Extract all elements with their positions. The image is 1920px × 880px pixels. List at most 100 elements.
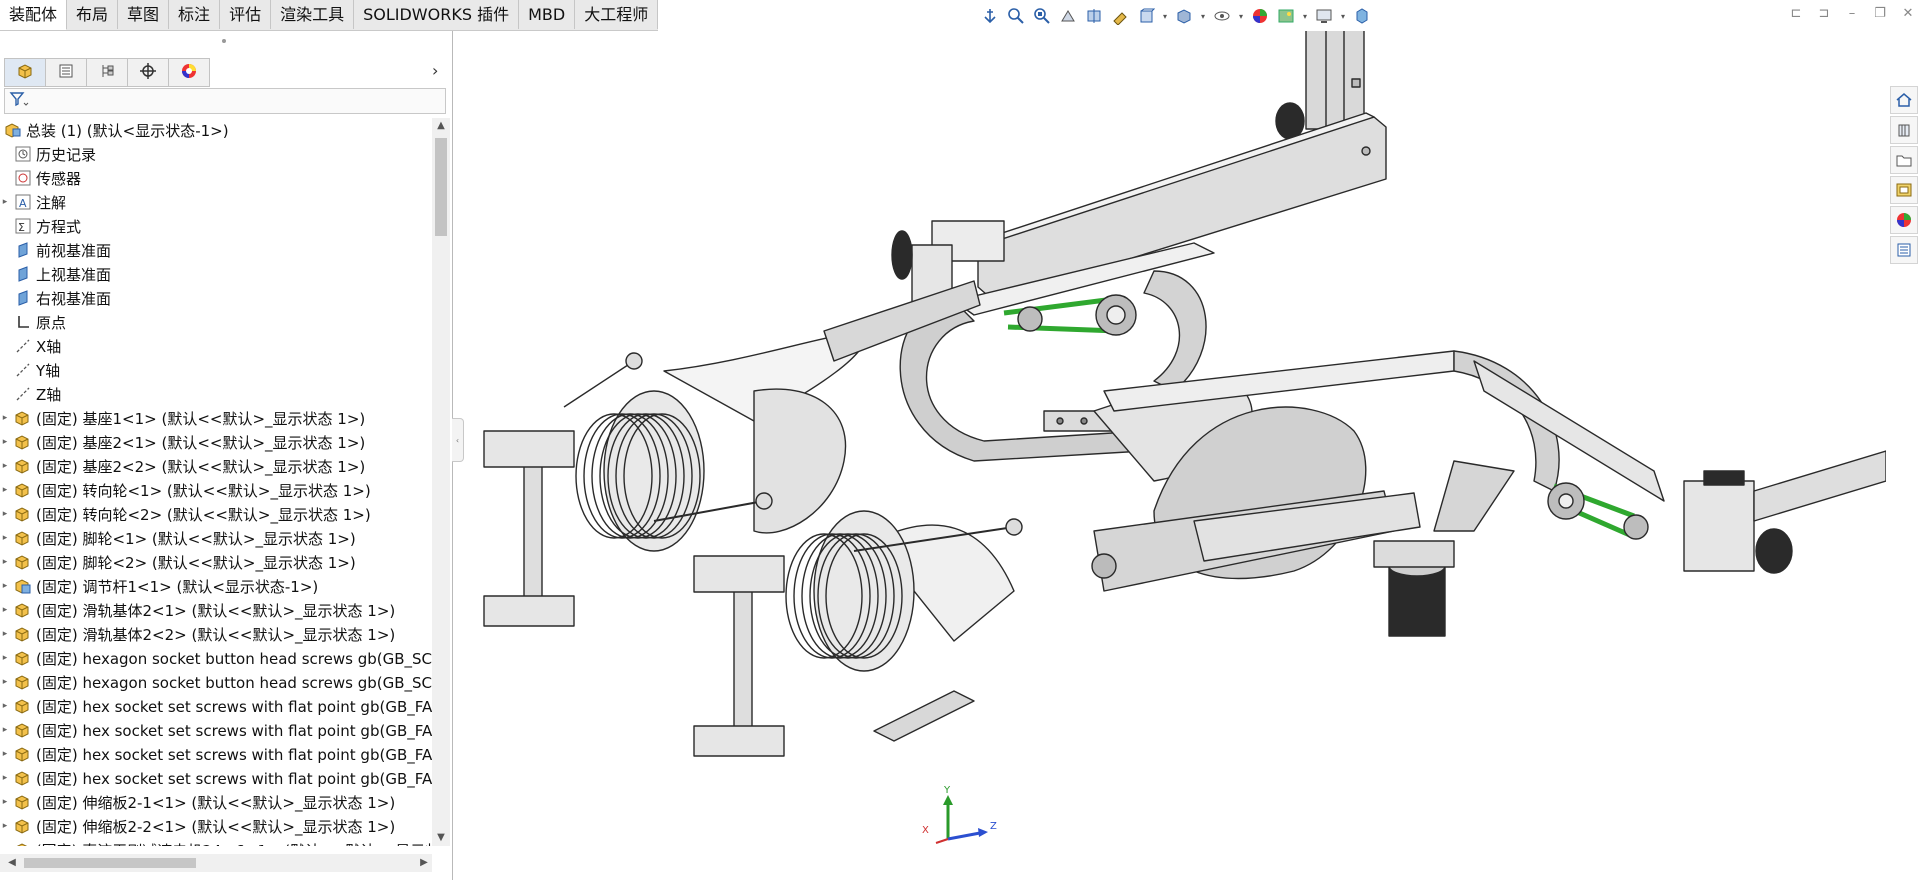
tree-item[interactable]: 历史记录 [0, 142, 432, 166]
zoom-area-icon[interactable] [1030, 4, 1054, 28]
tree-vertical-scrollbar[interactable]: ▲ ▼ [432, 118, 450, 846]
appearances-icon[interactable] [1890, 206, 1918, 234]
scroll-down-icon[interactable]: ▼ [432, 830, 450, 846]
tree-item[interactable]: 前视基准面 [0, 238, 432, 262]
tree-item[interactable]: ▸ (固定) 滑轨基体2<1> (默认<<默认>_显示状态 1>) [0, 598, 432, 622]
custom-properties-icon[interactable] [1890, 236, 1918, 264]
panel-grip[interactable] [222, 39, 226, 43]
tree-item[interactable]: Y轴 [0, 358, 432, 382]
command-tab[interactable]: MBD [519, 0, 576, 29]
tree-item[interactable]: ▸ (固定) 脚轮<2> (默认<<默认>_显示状态 1>) [0, 550, 432, 574]
hide-show-icon[interactable] [1210, 4, 1234, 28]
configuration-manager-tab[interactable] [87, 58, 128, 87]
property-manager-tab[interactable] [46, 58, 87, 87]
command-tab[interactable]: SOLIDWORKS 插件 [354, 0, 520, 29]
tree-item[interactable]: ▸ (固定) hexagon socket button head screws … [0, 670, 432, 694]
chevron-right-icon[interactable]: › [432, 61, 438, 80]
scroll-thumb[interactable] [435, 138, 447, 236]
command-tab[interactable]: 布局 [67, 0, 119, 29]
expand-arrow-icon[interactable]: ▸ [0, 629, 10, 639]
tree-item[interactable]: 上视基准面 [0, 262, 432, 286]
view-settings-icon[interactable] [1312, 4, 1336, 28]
feature-manager-tab[interactable] [4, 58, 46, 87]
command-tab[interactable]: 渲染工具 [271, 0, 355, 29]
tree-item[interactable]: 传感器 [0, 166, 432, 190]
chevron-down-icon[interactable]: ▾ [1236, 12, 1246, 21]
scroll-up-icon[interactable]: ▲ [432, 118, 450, 134]
expand-arrow-icon[interactable]: ▸ [0, 197, 10, 207]
tree-item[interactable]: X轴 [0, 334, 432, 358]
minimize-icon[interactable]: – [1840, 2, 1864, 24]
tree-item[interactable]: Σ 方程式 [0, 214, 432, 238]
tree-item[interactable]: ▸ (固定) 伸缩板2-1<1> (默认<<默认>_显示状态 1>) [0, 790, 432, 814]
tree-root[interactable]: 总装 (1) (默认<显示状态-1>) [0, 118, 432, 142]
expand-arrow-icon[interactable]: ▸ [0, 773, 10, 783]
tree-item[interactable]: ▸ (固定) 基座1<1> (默认<<默认>_显示状态 1>) [0, 406, 432, 430]
command-tab[interactable]: 标注 [169, 0, 221, 29]
expand-arrow-icon[interactable]: ▸ [0, 821, 10, 831]
tree-item[interactable]: 右视基准面 [0, 286, 432, 310]
restore-right-icon[interactable]: ⊐ [1812, 2, 1836, 24]
tree-item[interactable]: Z轴 [0, 382, 432, 406]
command-tab[interactable]: 装配体 [0, 0, 68, 30]
chevron-down-icon[interactable]: ▾ [1160, 12, 1170, 21]
dynamic-annotation-icon[interactable] [1108, 4, 1132, 28]
expand-arrow-icon[interactable]: ▸ [0, 605, 10, 615]
tree-item[interactable]: ▸ (固定) hexagon socket button head screws … [0, 646, 432, 670]
file-explorer-icon[interactable] [1890, 146, 1918, 174]
dimxpert-tab[interactable] [128, 58, 169, 87]
tree-item[interactable]: ▸ (固定) 转向轮<2> (默认<<默认>_显示状态 1>) [0, 502, 432, 526]
previous-view-icon[interactable] [1056, 4, 1080, 28]
home-icon[interactable] [1890, 86, 1918, 114]
tree-item[interactable]: ▸ (固定) 伸缩板2-2<1> (默认<<默认>_显示状态 1>) [0, 814, 432, 838]
chevron-down-icon[interactable]: ▾ [1198, 12, 1208, 21]
expand-arrow-icon[interactable]: ▸ [0, 461, 10, 471]
scroll-thumb[interactable] [24, 858, 196, 868]
anchor-icon[interactable] [978, 4, 1002, 28]
edit-appearance-icon[interactable] [1248, 4, 1272, 28]
command-tab[interactable]: 评估 [220, 0, 272, 29]
expand-arrow-icon[interactable]: ▸ [0, 581, 10, 591]
expand-arrow-icon[interactable]: ▸ [0, 725, 10, 735]
expand-arrow-icon[interactable]: ▸ [0, 677, 10, 687]
tree-item[interactable]: ▸ (固定) 基座2<2> (默认<<默认>_显示状态 1>) [0, 454, 432, 478]
restore-icon[interactable]: ❐ [1868, 2, 1892, 24]
tree-item[interactable]: ▸ (固定) 脚轮<1> (默认<<默认>_显示状态 1>) [0, 526, 432, 550]
tree-horizontal-scrollbar[interactable]: ◀ ▶ [0, 854, 432, 872]
section-view-icon[interactable] [1082, 4, 1106, 28]
command-tab[interactable]: 草图 [118, 0, 170, 29]
chevron-down-icon[interactable]: ▾ [1300, 12, 1310, 21]
expand-arrow-icon[interactable]: ▸ [0, 509, 10, 519]
tree-filter[interactable] [4, 88, 446, 114]
expand-arrow-icon[interactable]: ▸ [0, 797, 10, 807]
view-orientation-icon[interactable] [1134, 4, 1158, 28]
display-style-icon[interactable] [1172, 4, 1196, 28]
apply-scene-icon[interactable] [1274, 4, 1298, 28]
expand-arrow-icon[interactable]: ▸ [0, 437, 10, 447]
tree-item[interactable]: ▸ (固定) 直流无刷减速电机24v-6<1> (默认<<默认>_显示状 [0, 838, 432, 846]
command-tab[interactable]: 大工程师 [575, 0, 659, 29]
tree-item[interactable]: ▸ (固定) 基座2<1> (默认<<默认>_显示状态 1>) [0, 430, 432, 454]
restore-left-icon[interactable]: ⊏ [1784, 2, 1808, 24]
expand-arrow-icon[interactable]: ▸ [0, 533, 10, 543]
chevron-down-icon[interactable]: ▾ [1338, 12, 1348, 21]
design-library-icon[interactable] [1890, 116, 1918, 144]
graphics-area[interactable]: Y Z X [454, 31, 1886, 880]
display-pane-icon[interactable] [1350, 4, 1374, 28]
expand-arrow-icon[interactable]: ▸ [0, 653, 10, 663]
tree-item[interactable]: ▸ A 注解 [0, 190, 432, 214]
tree-item[interactable]: ▸ (固定) hex socket set screws with flat po… [0, 766, 432, 790]
scroll-right-icon[interactable]: ▶ [416, 854, 432, 872]
tree-item[interactable]: ▸ (固定) hex socket set screws with flat po… [0, 742, 432, 766]
zoom-fit-icon[interactable] [1004, 4, 1028, 28]
tree-item[interactable]: ▸ (固定) 调节杆1<1> (默认<显示状态-1>) [0, 574, 432, 598]
assembly-model[interactable] [454, 31, 1886, 880]
view-palette-icon[interactable] [1890, 176, 1918, 204]
tree-item[interactable]: ▸ (固定) hex socket set screws with flat po… [0, 694, 432, 718]
close-icon[interactable]: ✕ [1896, 2, 1920, 24]
expand-arrow-icon[interactable]: ▸ [0, 485, 10, 495]
expand-arrow-icon[interactable]: ▸ [0, 413, 10, 423]
scroll-left-icon[interactable]: ◀ [4, 854, 20, 872]
expand-arrow-icon[interactable]: ▸ [0, 701, 10, 711]
tree-item[interactable]: ▸ (固定) 转向轮<1> (默认<<默认>_显示状态 1>) [0, 478, 432, 502]
